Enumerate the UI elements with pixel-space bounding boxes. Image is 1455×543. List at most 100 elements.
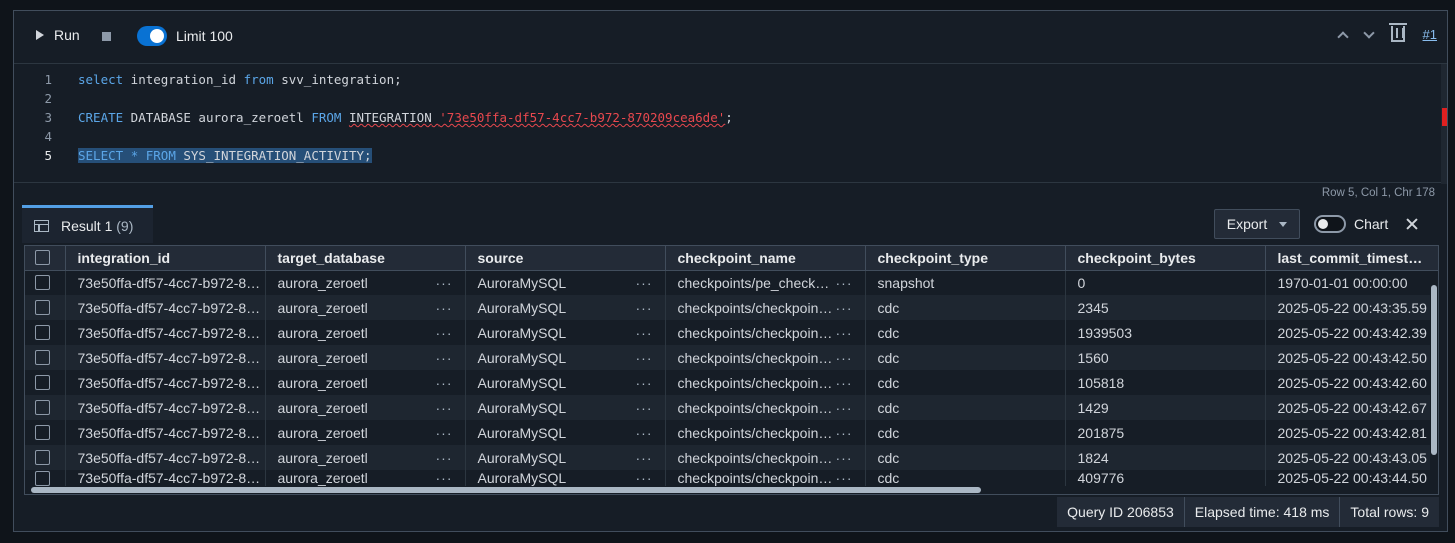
chevron-down-icon[interactable] bbox=[1362, 26, 1375, 39]
row-checkbox[interactable] bbox=[35, 275, 50, 291]
row-checkbox[interactable] bbox=[35, 470, 50, 486]
table-cell: 2025-05-22 00:43:44.50 bbox=[1265, 470, 1438, 486]
table-cell: cdc bbox=[865, 445, 1066, 470]
table-row[interactable]: 73e50ffa-df57-4cc7-b972-870209cea6de···a… bbox=[25, 270, 1438, 295]
column-header[interactable]: integration_id bbox=[65, 246, 266, 271]
table-cell: ··· AuroraMySQL bbox=[465, 270, 666, 295]
table-cell: cdc bbox=[865, 370, 1066, 395]
ellipsis-icon[interactable]: ··· bbox=[636, 325, 653, 341]
table-cell: 73e50ffa-df57-4cc7-b972-870209cea6de bbox=[65, 295, 266, 320]
ellipsis-icon[interactable]: ··· bbox=[636, 450, 653, 466]
ellipsis-icon[interactable]: ··· bbox=[436, 325, 453, 341]
table-row[interactable]: 73e50ffa-df57-4cc7-b972-870209cea6de···a… bbox=[25, 370, 1438, 395]
grid-horizontal-scrollbar[interactable] bbox=[25, 486, 1438, 494]
code-line[interactable]: 5 SELECT * FROM SYS_INTEGRATION_ACTIVITY; bbox=[14, 146, 1447, 165]
table-cell: ··· AuroraMySQL bbox=[465, 445, 666, 470]
export-label: Export bbox=[1226, 216, 1268, 232]
table-cell: ··· AuroraMySQL bbox=[465, 320, 666, 345]
code-line[interactable]: 3 CREATE DATABASE aurora_zeroetl FROM INT… bbox=[14, 108, 1447, 127]
column-header[interactable]: checkpoint_bytes bbox=[1065, 246, 1266, 271]
code-line[interactable]: 2 bbox=[14, 89, 1447, 108]
ellipsis-icon[interactable]: ··· bbox=[436, 275, 453, 291]
row-checkbox[interactable] bbox=[35, 425, 50, 440]
table-cell: ··· aurora_zeroetl bbox=[265, 445, 466, 470]
table-row[interactable]: 73e50ffa-df57-4cc7-b972-870209cea6de···a… bbox=[25, 320, 1438, 345]
table-cell: 73e50ffa-df57-4cc7-b972-870209cea6de bbox=[65, 395, 266, 420]
table-cell: 73e50ffa-df57-4cc7-b972-870209cea6de bbox=[65, 370, 266, 395]
code-text: CREATE DATABASE aurora_zeroetl FROM INTE… bbox=[78, 110, 733, 125]
select-all-checkbox[interactable] bbox=[35, 250, 50, 266]
table-row[interactable]: 73e50ffa-df57-4cc7-b972-870209cea6de···a… bbox=[25, 420, 1438, 445]
limit-label: Limit 100 bbox=[176, 28, 233, 44]
line-number: 4 bbox=[44, 129, 52, 144]
row-checkbox[interactable] bbox=[35, 375, 50, 390]
ellipsis-icon[interactable]: ··· bbox=[636, 425, 653, 441]
row-select-cell bbox=[25, 345, 66, 370]
limit-toggle[interactable] bbox=[137, 26, 167, 46]
table-cell: cdc bbox=[865, 395, 1066, 420]
code-line[interactable]: 1 select integration_id from svv_integrat… bbox=[14, 70, 1447, 89]
table-cell: 73e50ffa-df57-4cc7-b972-870209cea6de bbox=[65, 445, 266, 470]
code-line[interactable]: 4 bbox=[14, 127, 1447, 146]
table-cell: ··· aurora_zeroetl bbox=[265, 320, 466, 345]
grid-vertical-scrollbar[interactable] bbox=[1430, 271, 1438, 486]
table-row[interactable]: 73e50ffa-df57-4cc7-b972-870209cea6de···a… bbox=[25, 345, 1438, 370]
horizontal-scroll-thumb[interactable] bbox=[31, 487, 981, 493]
table-icon bbox=[34, 219, 49, 232]
table-cell: 1824 bbox=[1065, 445, 1266, 470]
row-checkbox[interactable] bbox=[35, 300, 50, 315]
table-cell: ··· checkpoints/checkpoint_cdc bbox=[665, 395, 866, 420]
table-cell: 2025-05-22 00:43:35.59 bbox=[1265, 295, 1438, 320]
ellipsis-icon[interactable]: ··· bbox=[636, 300, 653, 316]
code-text: select integration_id from svv_integrati… bbox=[78, 72, 402, 87]
ellipsis-icon[interactable]: ··· bbox=[636, 375, 653, 391]
sql-editor[interactable]: 1 select integration_id from svv_integrat… bbox=[14, 63, 1447, 184]
table-row[interactable]: 73e50ffa-df57-4cc7-b972-870209cea6de···a… bbox=[25, 295, 1438, 320]
column-header[interactable]: checkpoint_name bbox=[665, 246, 866, 271]
column-header[interactable]: checkpoint_type bbox=[865, 246, 1066, 271]
row-checkbox[interactable] bbox=[35, 350, 50, 365]
run-button[interactable]: Run bbox=[36, 27, 80, 43]
vertical-scroll-thumb[interactable] bbox=[1431, 285, 1437, 455]
ellipsis-icon[interactable]: ··· bbox=[636, 275, 653, 291]
ellipsis-icon[interactable]: ··· bbox=[636, 400, 653, 416]
ellipsis-icon[interactable]: ··· bbox=[436, 375, 453, 391]
table-row[interactable]: 73e50ffa-df57-4cc7-b972-870209cea6de···a… bbox=[25, 395, 1438, 420]
run-label: Run bbox=[54, 27, 80, 43]
table-cell: 1939503 bbox=[1065, 320, 1266, 345]
ellipsis-icon[interactable]: ··· bbox=[436, 300, 453, 316]
table-row[interactable]: 73e50ffa-df57-4cc7-b972-870209cea6de···a… bbox=[25, 445, 1438, 470]
ellipsis-icon[interactable]: ··· bbox=[636, 470, 653, 486]
row-checkbox[interactable] bbox=[35, 325, 50, 340]
export-button[interactable]: Export bbox=[1214, 209, 1300, 239]
ellipsis-icon[interactable]: ··· bbox=[636, 350, 653, 366]
chart-toggle[interactable] bbox=[1314, 215, 1346, 233]
table-row[interactable]: 73e50ffa-df57-4cc7-b972-870209cea6de···a… bbox=[25, 470, 1438, 486]
table-cell: 2025-05-22 00:43:42.67 bbox=[1265, 395, 1438, 420]
ellipsis-icon[interactable]: ··· bbox=[436, 350, 453, 366]
stop-icon[interactable] bbox=[102, 32, 111, 41]
close-icon[interactable] bbox=[1404, 216, 1420, 232]
column-header[interactable]: last_commit_timest… bbox=[1265, 246, 1438, 271]
table-cell: ··· aurora_zeroetl bbox=[265, 370, 466, 395]
result-tab-label: Result 1 (9) bbox=[61, 217, 134, 234]
table-cell: ··· aurora_zeroetl bbox=[265, 395, 466, 420]
query-toolbar: Run Limit 100 #1 bbox=[14, 11, 1447, 63]
ellipsis-icon[interactable]: ··· bbox=[436, 470, 453, 486]
trash-icon[interactable] bbox=[1388, 23, 1407, 42]
ellipsis-icon[interactable]: ··· bbox=[436, 425, 453, 441]
tab-number-link[interactable]: #1 bbox=[1423, 27, 1437, 42]
table-cell: cdc bbox=[865, 320, 1066, 345]
line-number: 1 bbox=[44, 72, 52, 87]
column-header[interactable]: target_database bbox=[265, 246, 466, 271]
table-cell: ··· AuroraMySQL bbox=[465, 295, 666, 320]
table-cell: 73e50ffa-df57-4cc7-b972-870209cea6de bbox=[65, 270, 266, 295]
chevron-up-icon[interactable] bbox=[1336, 30, 1349, 43]
column-header[interactable]: source bbox=[465, 246, 666, 271]
ellipsis-icon[interactable]: ··· bbox=[436, 400, 453, 416]
table-cell: ··· AuroraMySQL bbox=[465, 345, 666, 370]
tab-result-1[interactable]: Result 1 (9) bbox=[22, 205, 153, 243]
row-checkbox[interactable] bbox=[35, 450, 50, 465]
ellipsis-icon[interactable]: ··· bbox=[436, 450, 453, 466]
row-checkbox[interactable] bbox=[35, 400, 50, 415]
